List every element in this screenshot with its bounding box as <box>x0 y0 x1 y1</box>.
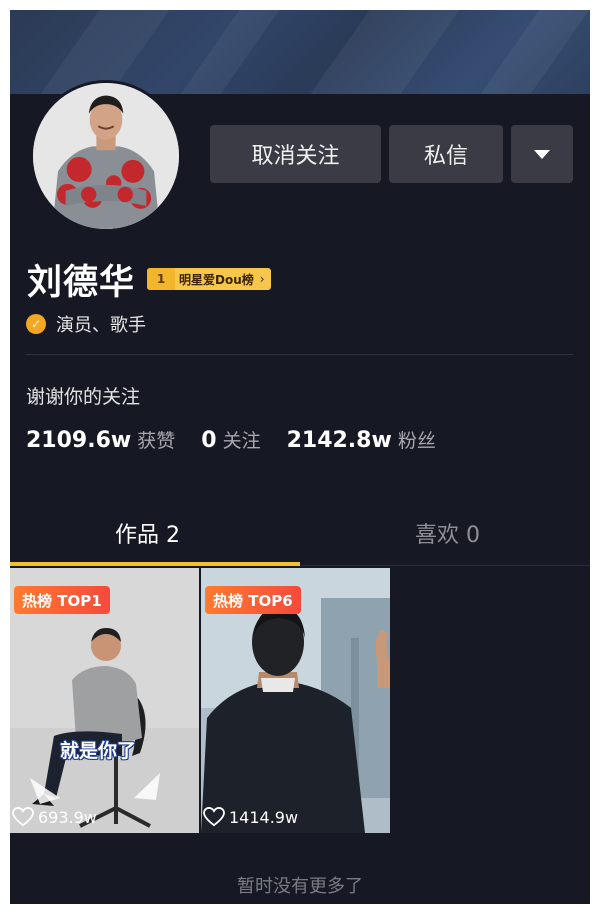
heart-icon <box>12 807 34 827</box>
verified-text: 演员、歌手 <box>56 315 146 336</box>
video-likes-count: 1414.9w <box>229 807 299 827</box>
following-label[interactable]: 关注 <box>223 426 261 453</box>
tab-active-indicator <box>10 562 300 566</box>
profile-screen: 取消关注 私信 刘德华 1 明星爱Dou榜 › ✓ 演员、歌手 谢谢你的关注 2… <box>10 10 590 904</box>
followers-count[interactable]: 2142.8w <box>287 428 392 453</box>
video-thumbnail[interactable]: 热榜 TOP6 1414.9w <box>201 568 390 833</box>
video-thumbnail[interactable]: 热榜 TOP1 就是你了 693.9w <box>10 568 199 833</box>
video-caption: 就是你了 <box>60 740 137 762</box>
hot-rank-tag: 热榜 TOP1 <box>14 586 110 614</box>
hot-rank-tag: 热榜 TOP6 <box>205 586 301 614</box>
rank-badge-label: 明星爱Dou榜 <box>179 272 254 287</box>
tab-likes[interactable]: 喜欢 0 <box>415 517 480 549</box>
likes-count: 2109.6w <box>26 428 132 453</box>
video-likes: 693.9w <box>12 807 97 827</box>
video-likes-count: 693.9w <box>38 807 97 827</box>
heart-icon <box>203 807 225 827</box>
tab-works[interactable]: 作品 2 <box>115 517 180 549</box>
rank-badge[interactable]: 1 明星爱Dou榜 › <box>147 268 271 290</box>
chevron-right-icon: › <box>259 272 265 286</box>
avatar[interactable] <box>30 80 182 232</box>
likes-label: 获赞 <box>137 430 176 452</box>
unfollow-button-label: 取消关注 <box>251 144 340 169</box>
verified-icon: ✓ <box>26 314 46 334</box>
message-button[interactable]: 私信 <box>389 125 503 183</box>
bio: 谢谢你的关注 <box>26 386 141 408</box>
dropdown-arrow-icon <box>534 149 550 159</box>
video-likes: 1414.9w <box>203 807 298 827</box>
no-more-content-text: 暂时没有更多了 <box>237 876 363 897</box>
profile-name: 刘德华 <box>27 263 136 303</box>
followers-label[interactable]: 粉丝 <box>398 426 436 453</box>
following-count[interactable]: 0 <box>201 428 216 453</box>
message-button-label: 私信 <box>423 144 468 169</box>
stats-row: 2109.6w 获赞 0 关注 2142.8w 粉丝 <box>26 426 436 453</box>
rank-badge-number: 1 <box>147 268 175 290</box>
more-options-button[interactable] <box>511 125 573 183</box>
verification-row: ✓ 演员、歌手 <box>26 311 146 337</box>
divider <box>26 354 573 355</box>
unfollow-button[interactable]: 取消关注 <box>210 125 381 183</box>
